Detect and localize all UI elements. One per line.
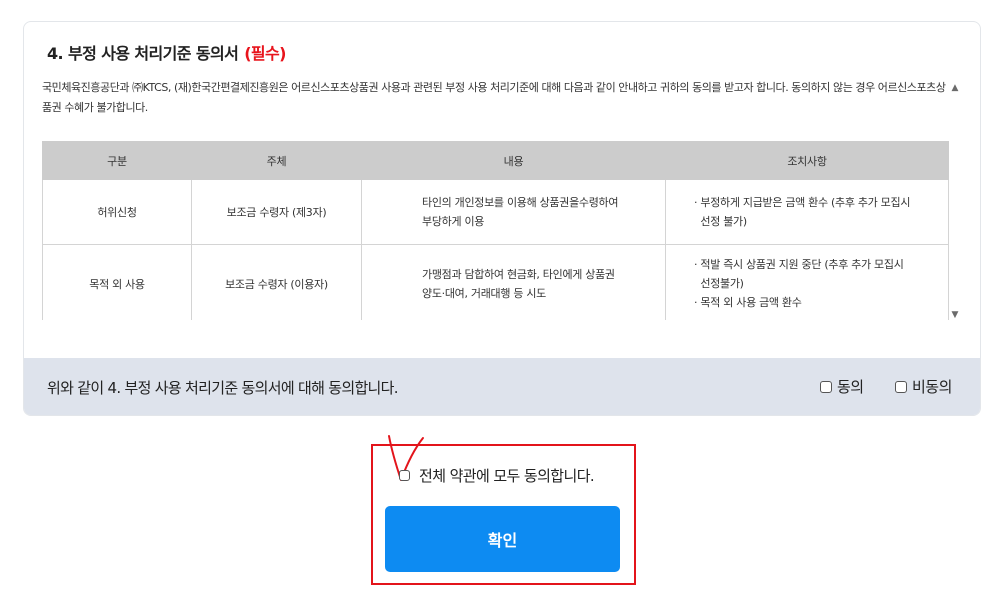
required-label: (필수) [244, 44, 286, 63]
row-action-line: 선정 불가) [694, 215, 747, 228]
row-content-line: 양도·대여, 거래대행 등 시도 [422, 286, 547, 300]
row-category: 목적 외 사용 [42, 244, 192, 320]
row-content-line: 부당하게 이용 [422, 215, 485, 228]
agree-label[interactable]: 동의 [837, 376, 864, 397]
row-content-line: 타인의 개인정보를 이용해 상품권을수령하여 [422, 196, 619, 209]
row-action-line: · 적발 즉시 상품권 지원 중단 (추후 추가 모집시 [694, 258, 904, 271]
confirm-button[interactable]: 확인 [385, 506, 620, 572]
agree-all-label[interactable]: 전체 약관에 모두 동의합니다. [419, 465, 595, 486]
row-actions: · 적발 즉시 상품권 지원 중단 (추후 추가 모집시 선정불가) · 목적 … [665, 244, 949, 320]
disagree-label[interactable]: 비동의 [912, 376, 952, 397]
table-row: 목적 외 사용 보조금 수령자 (이용자) 가맹점과 담합하여 현금화, 타인에… [42, 244, 949, 320]
table-header-row: 구분 주체 내용 조치사항 [42, 141, 949, 180]
row-subject: 보조금 수령자 (제3자) [191, 179, 362, 245]
terms-scroll-area[interactable]: 국민체육진흥공단과 ㈜KTCS, (재)한국간편결제진흥원은 어르신스포츠상품권… [42, 78, 969, 320]
agreement-statement: 위와 같이 4. 부정 사용 처리기준 동의서에 대해 동의합니다. [47, 379, 399, 397]
disagree-option[interactable]: 비동의 [895, 376, 952, 397]
scroll-down-icon[interactable]: ▼ [950, 310, 960, 320]
row-actions: · 부정하게 지급받은 금액 환수 (추후 추가 모집시 선정 불가) [665, 179, 949, 245]
agree-option[interactable]: 동의 [820, 376, 864, 397]
table-row: 허위신청 보조금 수령자 (제3자) 타인의 개인정보를 이용해 상품권을수령하… [42, 179, 949, 245]
disagree-checkbox[interactable] [895, 380, 907, 393]
row-subject: 보조금 수령자 (이용자) [191, 244, 362, 320]
row-content-line: 가맹점과 담합하여 현금화, 타인에게 상품권 [422, 267, 615, 281]
row-content: 타인의 개인정보를 이용해 상품권을수령하여 부당하게 이용 [361, 179, 666, 245]
table-header-category: 구분 [42, 141, 192, 180]
agree-checkbox[interactable] [820, 380, 832, 393]
table-header-actions: 조치사항 [665, 141, 949, 180]
section-title: 4. 부정 사용 처리기준 동의서 (필수) [47, 40, 286, 64]
row-action-line: · 부정하게 지급받은 금액 환수 (추후 추가 모집시 [694, 196, 911, 209]
row-category: 허위신청 [42, 179, 192, 245]
terms-intro: 국민체육진흥공단과 ㈜KTCS, (재)한국간편결제진흥원은 어르신스포츠상품권… [42, 81, 946, 114]
agree-all-option[interactable]: 전체 약관에 모두 동의합니다. [399, 465, 595, 486]
table-header-content: 내용 [361, 141, 666, 180]
agree-all-checkbox[interactable] [399, 470, 410, 481]
terms-table: 구분 주체 내용 조치사항 허위신청 보조금 수령자 (제3자) 타인의 개인정… [42, 141, 949, 320]
terms-scrollbar[interactable]: ▲ ▼ [950, 78, 960, 320]
agreement-bar: 위와 같이 4. 부정 사용 처리기준 동의서에 대해 동의합니다. 동의 비동… [24, 358, 980, 415]
section-title-text: 4. 부정 사용 처리기준 동의서 [47, 44, 239, 63]
row-content: 가맹점과 담합하여 현금화, 타인에게 상품권 양도·대여, 거래대행 등 시도 [361, 244, 666, 320]
scroll-up-icon[interactable]: ▲ [950, 83, 960, 93]
row-action-line: · 목적 외 사용 금액 환수 [694, 296, 802, 309]
row-action-line: 선정불가) [694, 277, 744, 290]
consent-card: 4. 부정 사용 처리기준 동의서 (필수) 국민체육진흥공단과 ㈜KTCS, (… [23, 21, 981, 416]
table-header-subject: 주체 [191, 141, 362, 180]
